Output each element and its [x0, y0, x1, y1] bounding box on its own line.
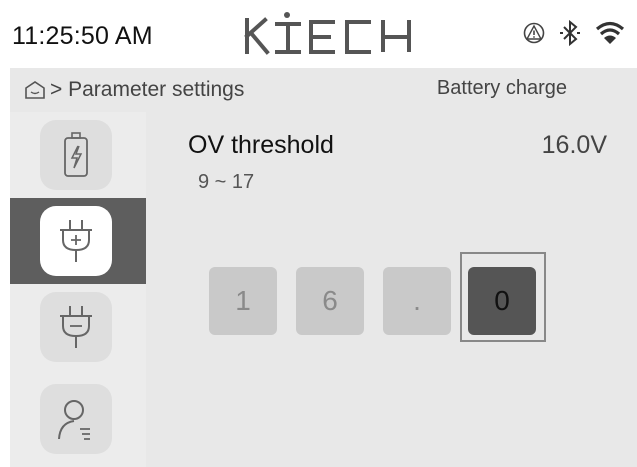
sidebar-item-user-settings[interactable]	[10, 376, 146, 462]
digit-box-1[interactable]: 1	[209, 267, 277, 335]
plug-minus-icon	[60, 306, 92, 348]
brand-logo	[244, 12, 411, 55]
battery-charging-icon	[64, 132, 88, 177]
sidebar-item-battery-charge[interactable]	[10, 112, 146, 198]
bluetooth-icon	[560, 20, 580, 46]
sidebar-button[interactable]	[40, 206, 112, 276]
sidebar-item-charge-positive[interactable]	[10, 198, 146, 284]
parameter-panel: OV threshold 9 ~ 17 16.0V 1 6 . 0	[146, 112, 637, 467]
digit-box-4-selected[interactable]: 0	[468, 267, 536, 335]
section-title: Battery charge	[436, 77, 567, 99]
sidebar-item-charge-negative[interactable]	[10, 284, 146, 370]
breadcrumb-path: > Parameter settings	[50, 78, 245, 101]
sidebar-button[interactable]	[40, 120, 112, 190]
status-bar: 11:25:50 AM	[0, 0, 637, 68]
parameter-value: 16.0V	[541, 131, 607, 159]
wifi-icon	[595, 21, 625, 44]
parameter-name: OV threshold	[188, 131, 334, 159]
plug-plus-icon	[60, 220, 92, 262]
parameter-range: 9 ~ 17	[198, 171, 255, 193]
warning-icon	[523, 22, 545, 44]
user-settings-icon	[58, 400, 90, 440]
decimal-point-box[interactable]: .	[383, 267, 451, 335]
sidebar	[10, 112, 146, 467]
breadcrumb: > Parameter settings Battery charge	[10, 68, 637, 112]
clock: 11:25:50 AM	[12, 22, 153, 50]
sidebar-button[interactable]	[40, 292, 112, 362]
digit-box-2[interactable]: 6	[296, 267, 364, 335]
sidebar-button[interactable]	[40, 384, 112, 454]
home-icon[interactable]	[24, 80, 46, 100]
